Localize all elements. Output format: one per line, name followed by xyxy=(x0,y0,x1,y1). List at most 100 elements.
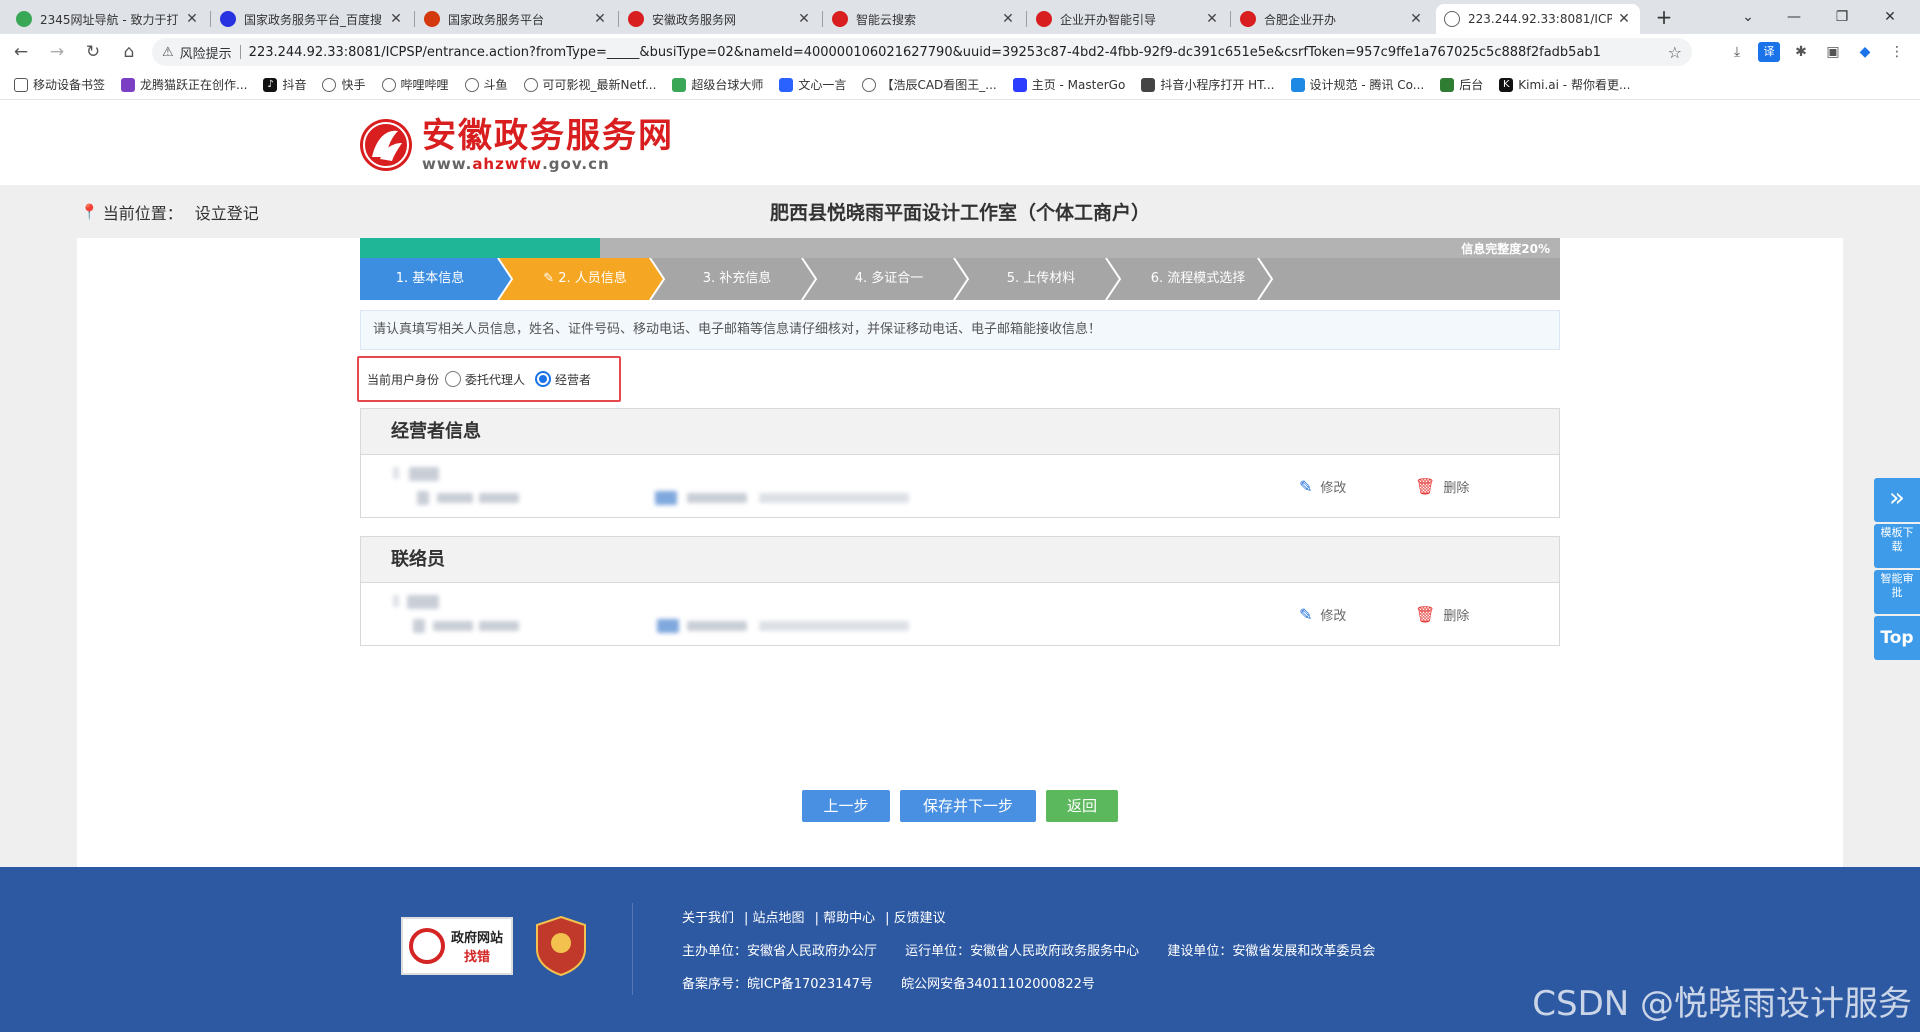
edit-icon: ✎ xyxy=(1299,477,1313,496)
radio-operator[interactable] xyxy=(535,371,552,387)
help-link[interactable]: 帮助中心 xyxy=(823,911,875,926)
download-icon[interactable]: ⤓ xyxy=(1726,42,1748,62)
template-download-button[interactable]: 模板下载 xyxy=(1874,524,1920,568)
about-link[interactable]: 关于我们 xyxy=(682,911,734,926)
pencil-icon: ✎ xyxy=(543,271,559,286)
police-record-text[interactable]: 皖公网安备34011102000822号 xyxy=(901,977,1095,992)
footer-links: 关于我们 | 站点地图 | 帮助中心 | 反馈建议 xyxy=(682,911,946,926)
bookmark-item[interactable]: 超级台球大师 xyxy=(672,76,763,93)
radio-agent-label[interactable]: 委托代理人 xyxy=(465,371,525,388)
party-government-badge-icon[interactable] xyxy=(535,915,587,977)
bookmark-item[interactable]: 快手 xyxy=(322,76,366,93)
back-button[interactable]: 返回 xyxy=(1046,790,1118,822)
bookmark-item[interactable]: 龙腾猫跃正在创作... xyxy=(121,76,247,93)
tab-favicon-icon xyxy=(628,11,644,27)
back-icon[interactable]: ← xyxy=(8,40,34,64)
sitemap-link[interactable]: 站点地图 xyxy=(753,911,805,926)
close-tab-icon[interactable]: ✕ xyxy=(1616,11,1632,27)
extensions-icon[interactable]: ✱ xyxy=(1790,42,1812,62)
feedback-link[interactable]: 反馈建议 xyxy=(894,911,946,926)
csdn-watermark: CSDN @悦晓雨设计服务 xyxy=(1532,984,1912,1024)
operator-record: ✎ 修改 🗑 删除 xyxy=(361,455,1559,517)
close-tab-icon[interactable]: ✕ xyxy=(184,11,200,27)
warning-icon[interactable]: ⚠ xyxy=(162,45,174,60)
close-window-button[interactable]: ✕ xyxy=(1868,2,1912,32)
minimize-button[interactable]: — xyxy=(1772,2,1816,32)
close-tab-icon[interactable]: ✕ xyxy=(592,11,608,27)
address-bar[interactable]: ⚠ 风险提示 223.244.92.33:8081/ICPSP/entrance… xyxy=(152,38,1692,66)
info-notice: 请认真填写相关人员信息，姓名、证件号码、移动电话、电子邮箱等信息请仔细核对，并保… xyxy=(360,310,1560,350)
bookmark-item[interactable]: 可可影视_最新Netf... xyxy=(523,76,656,93)
tab-title: 国家政务服务平台 xyxy=(448,12,545,27)
tab-favicon-icon xyxy=(424,11,440,27)
step-basic-info[interactable]: 1. 基本信息 xyxy=(360,258,500,300)
browser-tab[interactable]: 国家政务服务平台 ✕ xyxy=(416,4,616,34)
builder-text: 建设单位：安徽省发展和改革委员会 xyxy=(1167,944,1376,959)
translate-extension-icon[interactable]: 译 xyxy=(1758,42,1780,62)
browser-tab[interactable]: 2345网址导航 - 致力于打 ✕ xyxy=(8,4,208,34)
close-tab-icon[interactable]: ✕ xyxy=(1408,11,1424,27)
forward-icon[interactable]: → xyxy=(44,40,70,64)
edit-contact-button[interactable]: ✎ 修改 xyxy=(1299,605,1346,624)
progress-fill xyxy=(360,238,600,258)
bookmark-item[interactable]: 哔哩哔哩 xyxy=(381,76,449,93)
sponsor-text: 主办单位：安徽省人民政府办公厅 xyxy=(682,944,878,959)
gov-site-error-report-badge[interactable]: 政府网站 找错 xyxy=(401,917,513,975)
magnifier-icon xyxy=(409,928,445,964)
delete-contact-button[interactable]: 🗑 删除 xyxy=(1415,605,1469,624)
icp-text[interactable]: 备案序号：皖ICP备17023147号 xyxy=(682,977,873,992)
close-tab-icon[interactable]: ✕ xyxy=(388,11,404,27)
star-icon[interactable]: ☆ xyxy=(1668,43,1682,62)
section-title: 联络员 xyxy=(361,537,1559,583)
edit-operator-button[interactable]: ✎ 修改 xyxy=(1299,477,1346,496)
bookmark-item[interactable]: ♪ 抖音 xyxy=(263,76,306,93)
radio-operator-label[interactable]: 经营者 xyxy=(555,371,591,388)
identity-selector: 当前用户身份 委托代理人 经营者 xyxy=(357,356,621,402)
bookmark-item[interactable]: 后台 xyxy=(1440,76,1483,93)
sidebar-icon[interactable]: ▣ xyxy=(1822,42,1844,62)
site-logo-title: 安徽政务服务网 xyxy=(422,116,674,156)
step-multi-certificate[interactable]: 4. 多证合一 xyxy=(814,258,964,300)
reload-icon[interactable]: ↻ xyxy=(80,40,106,64)
bookmark-item[interactable]: 移动设备书签 xyxy=(14,76,105,93)
browser-tab[interactable]: 安徽政务服务网 ✕ xyxy=(620,4,820,34)
tab-title: 企业开办智能引导 xyxy=(1060,12,1157,27)
url-text[interactable]: 223.244.92.33:8081/ICPSP/entrance.action… xyxy=(249,45,1660,60)
bookmark-item[interactable]: K Kimi.ai - 帮你看更... xyxy=(1499,76,1630,93)
restore-button[interactable]: ❐ xyxy=(1820,2,1864,32)
bookmark-item[interactable]: 抖音小程序打开 HT... xyxy=(1141,76,1275,93)
close-tab-icon[interactable]: ✕ xyxy=(1204,11,1220,27)
radio-agent[interactable] xyxy=(445,371,462,387)
footer-organizations: 主办单位：安徽省人民政府办公厅 运行单位：安徽省人民政府政务服务中心 建设单位：… xyxy=(682,940,1375,959)
save-next-button[interactable]: 保存并下一步 xyxy=(900,790,1036,822)
step-upload-materials[interactable]: 5. 上传材料 xyxy=(966,258,1116,300)
profile-extension-icon[interactable]: ◆ xyxy=(1854,42,1876,62)
browser-tab-active[interactable]: 223.244.92.33:8081/ICPS ✕ xyxy=(1436,4,1640,34)
bookmark-item[interactable]: 【浩辰CAD看图王_... xyxy=(862,76,997,93)
browser-tab[interactable]: 智能云搜索 ✕ xyxy=(824,4,1024,34)
new-tab-button[interactable]: + xyxy=(1650,5,1678,31)
step-process-mode[interactable]: 6. 流程模式选择 xyxy=(1118,258,1278,300)
home-icon[interactable]: ⌂ xyxy=(116,40,142,64)
menu-icon[interactable]: ⋮ xyxy=(1886,42,1908,62)
bookmark-item[interactable]: 设计规范 - 腾讯 Co... xyxy=(1290,76,1424,93)
expand-sidebar-icon[interactable]: » xyxy=(1874,478,1920,522)
smart-approval-button[interactable]: 智能审批 xyxy=(1874,570,1920,614)
close-tab-icon[interactable]: ✕ xyxy=(796,11,812,27)
security-warning-label[interactable]: 风险提示 xyxy=(180,43,232,62)
browser-tab[interactable]: 合肥企业开办 ✕ xyxy=(1232,4,1432,34)
browser-tab[interactable]: 国家政务服务平台_百度搜 ✕ xyxy=(212,4,412,34)
site-logo[interactable]: 安徽政务服务网 www.ahzwfw.gov.cn xyxy=(358,117,674,173)
browser-tab[interactable]: 企业开办智能引导 ✕ xyxy=(1028,4,1228,34)
step-personnel-info[interactable]: ✎ 2. 人员信息 xyxy=(510,258,660,300)
back-to-top-button[interactable]: Top xyxy=(1874,616,1920,660)
bookmark-item[interactable]: 主页 - MasterGo xyxy=(1012,76,1125,93)
operator-info-section: 经营者信息 ✎ 修改 🗑 删除 xyxy=(360,408,1560,518)
delete-operator-button[interactable]: 🗑 删除 xyxy=(1415,477,1469,496)
prev-step-button[interactable]: 上一步 xyxy=(802,790,890,822)
bookmark-item[interactable]: 斗鱼 xyxy=(464,76,508,93)
tab-search-icon[interactable]: ⌄ xyxy=(1726,2,1770,32)
close-tab-icon[interactable]: ✕ xyxy=(1000,11,1016,27)
step-supplement-info[interactable]: 3. 补充信息 xyxy=(662,258,812,300)
bookmark-item[interactable]: 文心一言 xyxy=(779,76,846,93)
